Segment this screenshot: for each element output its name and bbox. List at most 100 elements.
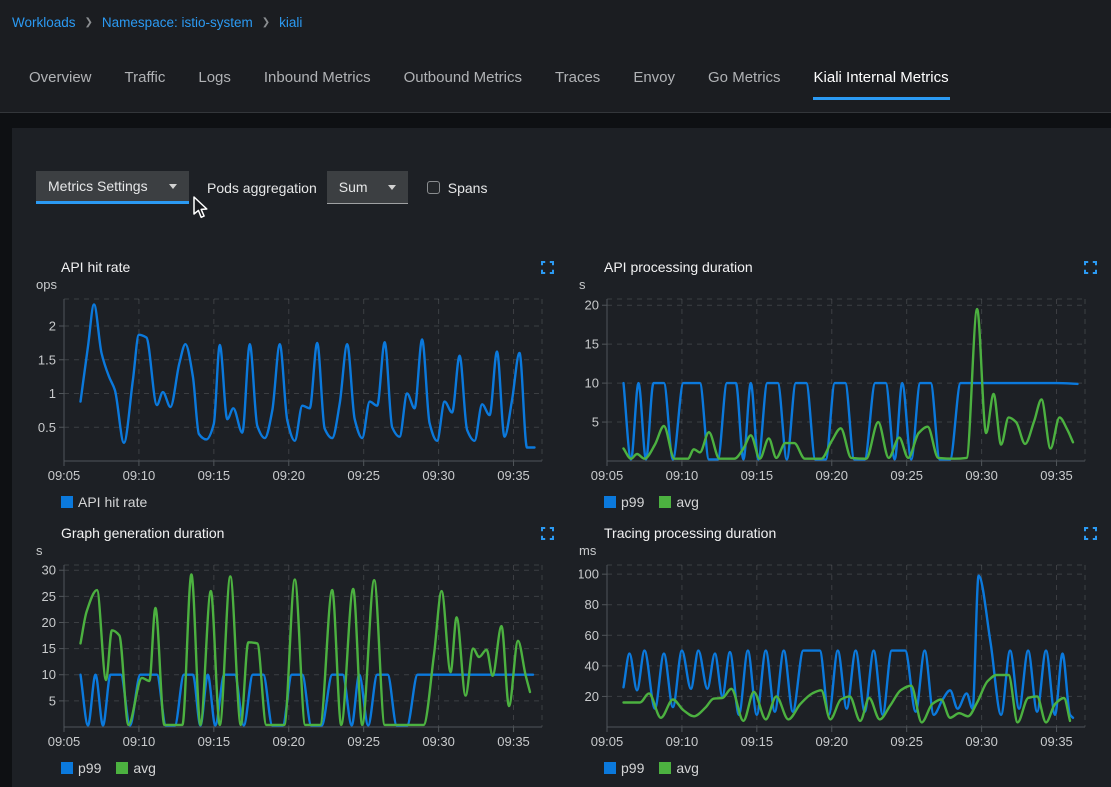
svg-text:20: 20 <box>585 689 599 704</box>
svg-text:09:20: 09:20 <box>815 468 848 483</box>
pods-aggregation-label: Pods aggregation <box>207 180 317 196</box>
legend-swatch-icon <box>61 496 73 508</box>
legend-swatch-icon <box>604 762 616 774</box>
chart-unit-label: ops <box>36 277 568 293</box>
chart-header: API processing duration <box>579 258 1111 276</box>
svg-text:09:05: 09:05 <box>48 468 81 483</box>
tab-envoy[interactable]: Envoy <box>632 67 676 100</box>
chart-plot-area[interactable]: 0.511.5209:0509:1009:1509:2009:2509:3009… <box>36 293 568 485</box>
legend-label: avg <box>676 760 699 776</box>
chart-header: Tracing processing duration <box>579 524 1111 542</box>
chart-tracing-processing-duration: Tracing processing durationms20406080100… <box>579 524 1111 778</box>
svg-text:09:10: 09:10 <box>666 468 699 483</box>
aggregation-value: Sum <box>339 179 368 195</box>
expand-icon[interactable] <box>541 261 554 274</box>
expand-icon[interactable] <box>541 527 554 540</box>
svg-text:15: 15 <box>42 641 56 656</box>
breadcrumb-link-kiali[interactable]: kiali <box>279 15 302 30</box>
tab-traces[interactable]: Traces <box>554 67 601 100</box>
svg-text:09:05: 09:05 <box>591 734 624 749</box>
svg-text:80: 80 <box>585 597 599 612</box>
legend-label: p99 <box>78 760 101 776</box>
svg-text:0.5: 0.5 <box>38 420 56 435</box>
metrics-settings-dropdown[interactable]: Metrics Settings <box>36 171 189 204</box>
svg-text:20: 20 <box>42 615 56 630</box>
pods-aggregation-dropdown[interactable]: Sum <box>327 171 408 204</box>
svg-text:09:30: 09:30 <box>965 734 998 749</box>
tab-traffic[interactable]: Traffic <box>124 67 167 100</box>
chart-api-hit-rate: API hit rateops0.511.5209:0509:1009:1509… <box>36 258 568 512</box>
legend-swatch-icon <box>659 496 671 508</box>
svg-text:09:15: 09:15 <box>741 468 774 483</box>
svg-text:1: 1 <box>49 386 56 401</box>
expand-icon[interactable] <box>1084 261 1097 274</box>
breadcrumb-separator-icon: ❯ <box>262 17 270 28</box>
chart-plot-area[interactable]: 5101520253009:0509:1009:1509:2009:2509:3… <box>36 559 568 751</box>
legend-item-p99[interactable]: p99 <box>604 760 644 776</box>
spans-control: Spans <box>427 180 488 196</box>
svg-text:09:15: 09:15 <box>741 734 774 749</box>
svg-text:09:20: 09:20 <box>272 468 305 483</box>
chart-legend: p99 avg <box>61 758 568 778</box>
legend-label: avg <box>676 494 699 510</box>
spans-checkbox[interactable] <box>427 181 440 194</box>
metrics-card: Metrics Settings Pods aggregation Sum Sp… <box>12 128 1111 787</box>
legend-label: p99 <box>621 494 644 510</box>
svg-text:2: 2 <box>49 319 56 334</box>
legend-item-avg[interactable]: avg <box>659 760 699 776</box>
legend-item-p99[interactable]: p99 <box>61 760 101 776</box>
svg-text:09:10: 09:10 <box>123 734 156 749</box>
svg-text:60: 60 <box>585 628 599 643</box>
legend-item-avg[interactable]: avg <box>659 494 699 510</box>
chart-legend: API hit rate <box>61 492 568 512</box>
chart-unit-label: ms <box>579 543 1111 559</box>
svg-text:30: 30 <box>42 563 56 578</box>
tab-kiali-internal-metrics[interactable]: Kiali Internal Metrics <box>813 67 950 100</box>
svg-text:09:10: 09:10 <box>666 734 699 749</box>
svg-text:09:30: 09:30 <box>422 468 455 483</box>
main-content: Metrics Settings Pods aggregation Sum Sp… <box>0 128 1111 787</box>
breadcrumb-separator-icon: ❯ <box>85 17 93 28</box>
tab-overview[interactable]: Overview <box>28 67 93 100</box>
chart-legend: p99 avg <box>604 758 1111 778</box>
svg-text:10: 10 <box>42 667 56 682</box>
svg-text:1.5: 1.5 <box>38 352 56 367</box>
caret-down-icon <box>388 185 396 190</box>
svg-text:25: 25 <box>42 589 56 604</box>
legend-item-avg[interactable]: avg <box>116 760 156 776</box>
breadcrumb-link-namespace-istio-system[interactable]: Namespace: istio-system <box>102 15 253 30</box>
breadcrumb-link-workloads[interactable]: Workloads <box>12 15 76 30</box>
tab-inbound-metrics[interactable]: Inbound Metrics <box>263 67 372 100</box>
svg-text:5: 5 <box>592 415 599 430</box>
svg-text:09:25: 09:25 <box>890 734 923 749</box>
chart-header: API hit rate <box>36 258 568 276</box>
svg-text:09:20: 09:20 <box>272 734 305 749</box>
svg-text:15: 15 <box>585 337 599 352</box>
expand-icon[interactable] <box>1084 527 1097 540</box>
svg-text:09:15: 09:15 <box>198 734 231 749</box>
tab-logs[interactable]: Logs <box>197 67 232 100</box>
spans-label[interactable]: Spans <box>448 180 488 196</box>
tab-go-metrics[interactable]: Go Metrics <box>707 67 782 100</box>
chart-title: Graph generation duration <box>61 525 224 541</box>
legend-item-p99[interactable]: p99 <box>604 494 644 510</box>
svg-text:09:35: 09:35 <box>1040 468 1073 483</box>
svg-text:40: 40 <box>585 658 599 673</box>
chart-header: Graph generation duration <box>36 524 568 542</box>
charts-grid: API hit rateops0.511.5209:0509:1009:1509… <box>36 258 1111 778</box>
chart-api-processing-duration: API processing durations510152009:0509:1… <box>579 258 1111 512</box>
chart-title: API processing duration <box>604 259 753 275</box>
svg-text:09:35: 09:35 <box>1040 734 1073 749</box>
legend-swatch-icon <box>61 762 73 774</box>
metrics-settings-label: Metrics Settings <box>48 178 148 194</box>
svg-text:09:25: 09:25 <box>347 468 380 483</box>
svg-text:09:30: 09:30 <box>965 468 998 483</box>
chart-plot-area[interactable]: 2040608010009:0509:1009:1509:2009:2509:3… <box>579 559 1111 751</box>
chart-unit-label: s <box>36 543 568 559</box>
tab-outbound-metrics[interactable]: Outbound Metrics <box>403 67 523 100</box>
chart-unit-label: s <box>579 277 1111 293</box>
chart-plot-area[interactable]: 510152009:0509:1009:1509:2009:2509:3009:… <box>579 293 1111 485</box>
svg-text:09:15: 09:15 <box>198 468 231 483</box>
legend-item-api-hit-rate[interactable]: API hit rate <box>61 494 147 510</box>
legend-label: avg <box>133 760 156 776</box>
